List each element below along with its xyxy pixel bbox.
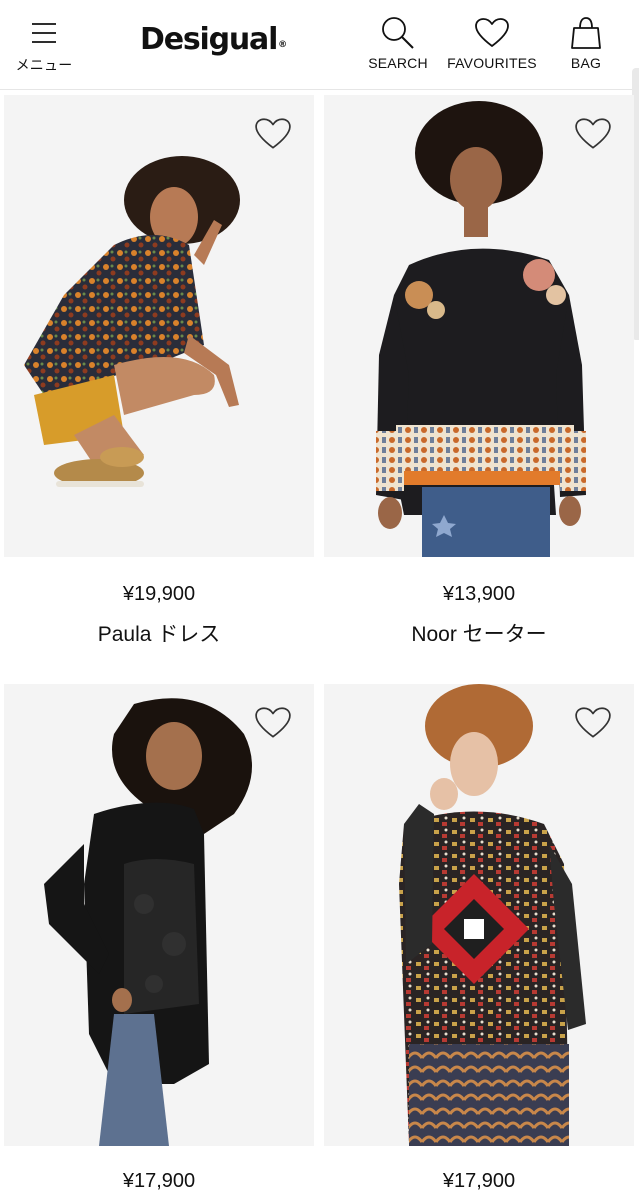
add-to-favourites-heart-icon[interactable] — [574, 117, 612, 151]
bag-button[interactable]: BAG — [560, 14, 612, 71]
add-to-favourites-heart-icon[interactable] — [254, 706, 292, 740]
search-label: SEARCH — [368, 55, 428, 71]
product-name[interactable]: Paula ドレス — [4, 618, 314, 648]
add-to-favourites-heart-icon[interactable] — [254, 117, 292, 151]
favourites-button[interactable]: FAVOURITES — [440, 14, 544, 71]
menu-button[interactable]: メニュー — [8, 14, 80, 75]
menu-label: メニュー — [15, 57, 73, 73]
product-price: ¥17,900 — [442, 1170, 516, 1192]
product-image[interactable] — [4, 684, 314, 1146]
product-card[interactable]: ¥19,900 Paula ドレス — [4, 95, 314, 648]
favourites-label: FAVOURITES — [447, 55, 537, 71]
heart-icon — [472, 14, 512, 52]
shopping-bag-icon — [566, 14, 606, 52]
product-name[interactable]: Noor セーター — [324, 618, 634, 648]
search-button[interactable]: SEARCH — [362, 14, 434, 71]
product-image[interactable] — [4, 95, 314, 557]
product-price: ¥17,900 — [122, 1170, 196, 1192]
hamburger-menu-icon — [24, 14, 64, 52]
product-image[interactable] — [324, 95, 634, 557]
add-to-favourites-heart-icon[interactable] — [574, 706, 612, 740]
product-card[interactable]: ¥17,900 — [324, 684, 634, 1193]
product-image[interactable] — [324, 684, 634, 1146]
logo-registered-mark: ® — [278, 40, 288, 50]
bag-label: BAG — [570, 55, 602, 71]
top-header: メニュー Desigual ® SEARCH FAVOURITES BAG — [0, 0, 639, 90]
product-price: ¥19,900 — [122, 583, 196, 605]
logo-text: Desigual — [140, 22, 278, 57]
product-card[interactable]: ¥17,900 — [4, 684, 314, 1193]
product-card[interactable]: ¥13,900 Noor セーター — [324, 95, 634, 648]
search-icon — [378, 14, 418, 52]
product-price: ¥13,900 — [442, 583, 516, 605]
brand-logo[interactable]: Desigual ® — [140, 22, 300, 62]
